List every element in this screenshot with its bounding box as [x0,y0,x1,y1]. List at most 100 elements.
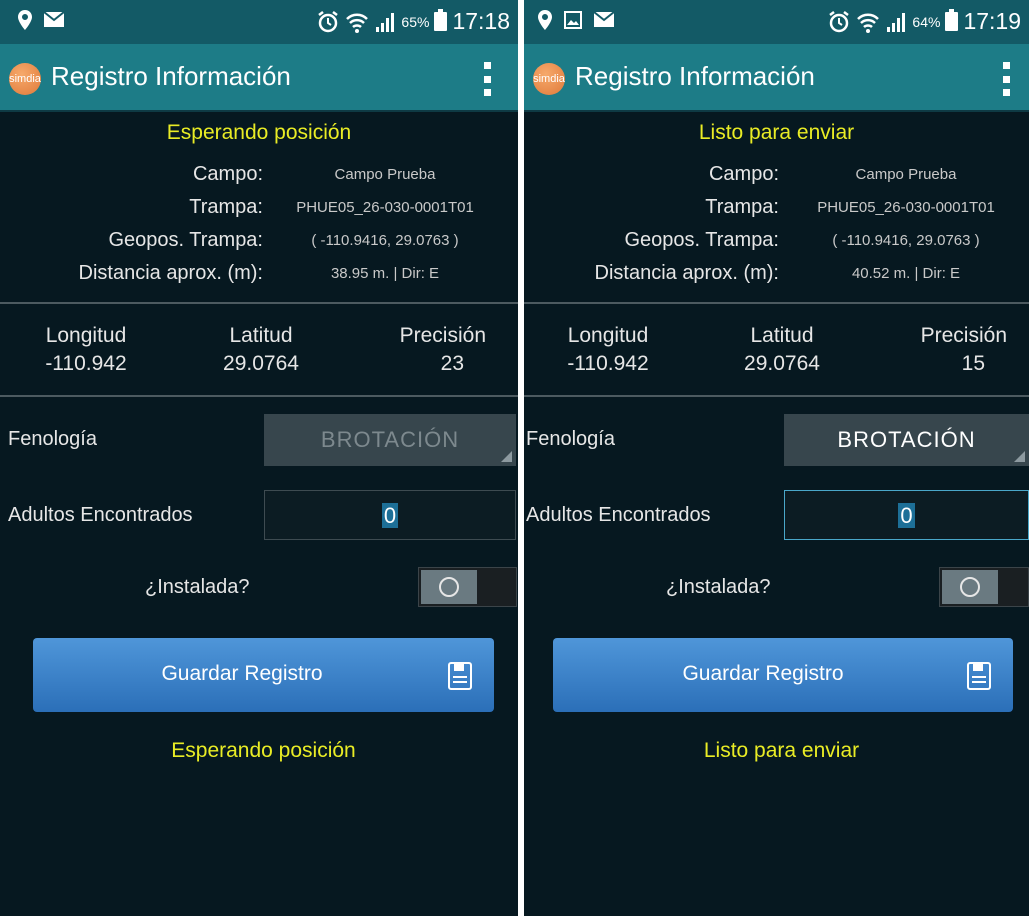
info-row-geopos: Geopos. Trampa: ( -110.9416, 29.0763 ) [524,229,1029,259]
battery-percentage: 65% [401,13,430,30]
status-time: 17:18 [452,8,510,34]
location-pin-icon [538,10,552,30]
info-row-trampa: Trampa: PHUE05_26-030-0001T01 [524,196,1029,226]
status-message-top: Esperando posición [166,121,352,144]
status-bar: 64% 17:19 [524,0,1029,44]
info-label: Geopos. Trampa: [624,229,779,251]
info-value: PHUE05_26-030-0001T01 [817,199,995,216]
email-notification-icon [594,11,615,27]
info-row-distancia: Distancia aprox. (m): 38.95 m. | Dir: E [0,262,518,292]
app-bar: simdia Registro Información [0,44,518,112]
latitud-column: Latitud 29.0764 [717,322,847,378]
overflow-menu-icon[interactable] [1003,62,1011,96]
save-button-label: Guardar Registro [682,662,844,685]
fenologia-dropdown[interactable]: BROTACIÓN [784,414,1029,466]
longitud-value: -110.942 [567,352,649,375]
info-label: Campo: [192,163,263,185]
divider [0,302,518,304]
app-logo[interactable]: simdia [9,63,41,95]
longitud-value: -110.942 [45,352,127,375]
info-value: Campo Prueba [334,166,436,183]
info-row-campo: Campo: Campo Prueba [524,163,1029,193]
divider [0,395,518,397]
save-record-button[interactable]: Guardar Registro [553,638,1013,712]
info-row-trampa: Trampa: PHUE05_26-030-0001T01 [0,196,518,226]
info-value: PHUE05_26-030-0001T01 [296,199,474,216]
divider [524,395,1029,397]
latitud-value: 29.0764 [744,352,820,375]
battery-icon [434,9,448,31]
floppy-disk-icon [967,662,991,690]
precision-column: Precisión 23 [346,322,486,378]
toggle-knob [942,570,998,604]
app-title: Registro Información [51,61,291,91]
signal-icon [887,12,906,32]
fenologia-selected-value: BROTACIÓN [320,427,460,452]
latitud-column: Latitud 29.0764 [196,322,326,378]
longitud-label: Longitud [567,324,649,347]
precision-value: 23 [440,352,464,375]
status-message-bottom: Listo para enviar [703,739,860,762]
adultos-value: 0 [898,503,915,528]
wifi-icon [857,13,880,33]
overflow-menu-icon[interactable] [484,62,492,96]
fenologia-selected-value: BROTACIÓN [837,427,976,452]
save-record-button[interactable]: Guardar Registro [33,638,494,712]
toggle-knob [421,570,477,604]
longitud-column: Longitud -110.942 [22,322,150,378]
alarm-icon [829,10,850,32]
adultos-label: Adultos Encontrados [526,504,711,526]
info-row-campo: Campo: Campo Prueba [0,163,518,193]
dropdown-corner-icon [501,451,512,462]
email-notification-icon [44,11,65,27]
adultos-input[interactable]: 0 [784,490,1029,540]
info-value: ( -110.9416, 29.0763 ) [311,232,459,249]
wifi-icon [346,13,369,33]
longitud-label: Longitud [45,324,127,347]
instalada-label: ¿Instalada? [666,576,771,598]
instalada-toggle[interactable] [939,567,1029,607]
location-pin-icon [18,10,32,30]
image-notification-icon [564,11,582,29]
precision-label: Precisión [920,324,1007,347]
signal-icon [376,12,395,32]
battery-icon [945,9,959,31]
latitud-value: 29.0764 [223,352,299,375]
info-label: Geopos. Trampa: [108,229,263,251]
divider [524,302,1029,304]
alarm-icon [318,10,339,32]
instalada-label: ¿Instalada? [145,576,250,598]
adultos-label: Adultos Encontrados [8,504,193,526]
info-value: ( -110.9416, 29.0763 ) [832,232,980,249]
status-time: 17:19 [963,8,1021,34]
info-label: Distancia aprox. (m): [594,262,780,284]
status-message-bottom: Esperando posición [171,739,356,762]
save-button-label: Guardar Registro [161,662,323,685]
info-row-geopos: Geopos. Trampa: ( -110.9416, 29.0763 ) [0,229,518,259]
app-title: Registro Información [575,61,815,91]
app-bar: simdia Registro Información [524,44,1029,112]
dropdown-corner-icon [1014,451,1025,462]
status-message-top: Listo para enviar [698,121,855,144]
adultos-value: 0 [381,503,399,528]
battery-percentage: 64% [912,13,941,30]
adultos-input[interactable]: 0 [264,490,516,540]
phone-screen-left: 65% 17:18 simdia Registro Información Es… [0,0,518,916]
info-value: Campo Prueba [855,166,957,183]
phone-screen-right: 64% 17:19 simdia Registro Información Li… [524,0,1029,916]
latitud-label: Latitud [229,324,293,347]
status-bar: 65% 17:18 [0,0,518,44]
fenologia-label: Fenología [8,428,97,450]
info-label: Trampa: [705,196,779,218]
precision-column: Precisión 15 [867,322,1007,378]
app-logo[interactable]: simdia [533,63,565,95]
fenologia-label: Fenología [526,428,615,450]
info-label: Distancia aprox. (m): [78,262,264,284]
latitud-label: Latitud [750,324,814,347]
instalada-toggle[interactable] [418,567,517,607]
fenologia-dropdown[interactable]: BROTACIÓN [264,414,516,466]
info-row-distancia: Distancia aprox. (m): 40.52 m. | Dir: E [524,262,1029,292]
info-label: Trampa: [189,196,263,218]
floppy-disk-icon [448,662,472,690]
precision-value: 15 [961,352,985,375]
